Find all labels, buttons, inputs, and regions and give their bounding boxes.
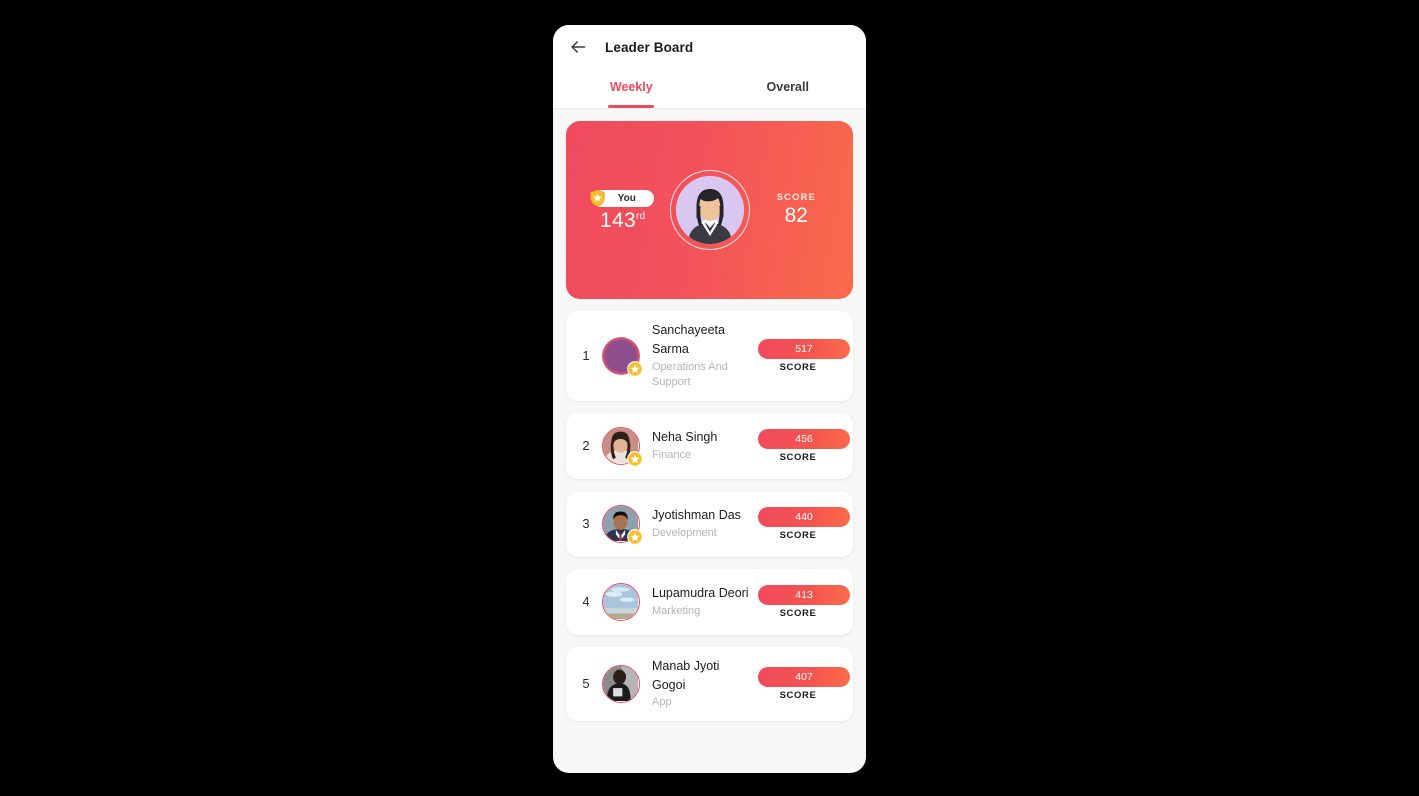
score-caption: SCORE bbox=[779, 607, 817, 619]
you-badge-label: You bbox=[617, 192, 636, 204]
table-row[interactable]: 4 Lupamudra Deori Marketing 413 SCORE bbox=[566, 568, 853, 635]
score-pill: 517 bbox=[758, 338, 850, 359]
tab-bar: Weekly Overall bbox=[553, 69, 866, 109]
row-score-block: 440 SCORE bbox=[758, 506, 850, 541]
row-name: Manab Jyoti Gogoi bbox=[652, 658, 720, 692]
avatar bbox=[675, 176, 744, 244]
row-avatar-wrap bbox=[602, 426, 643, 467]
avatar bbox=[602, 582, 640, 621]
row-rank: 5 bbox=[582, 676, 590, 692]
row-score-block: 407 SCORE bbox=[758, 666, 850, 701]
row-department: App bbox=[652, 696, 672, 709]
score-pill: 456 bbox=[758, 428, 850, 449]
page-title: Leader Board bbox=[605, 39, 694, 55]
back-button[interactable] bbox=[567, 36, 589, 58]
row-score-block: 413 SCORE bbox=[758, 584, 850, 619]
star-badge-icon bbox=[627, 528, 643, 545]
app-bar: Leader Board bbox=[553, 25, 866, 69]
hero-rank-suffix: rd bbox=[635, 210, 646, 222]
row-rank: 4 bbox=[582, 594, 590, 610]
arrow-left-icon bbox=[568, 37, 588, 57]
row-avatar-wrap bbox=[602, 504, 643, 545]
hero-rank: 143rd bbox=[600, 210, 645, 231]
score-pill: 413 bbox=[758, 584, 850, 605]
row-info: Jyotishman Das Development bbox=[652, 506, 760, 541]
hero-score-block: SCORE 82 bbox=[756, 192, 838, 227]
row-avatar-wrap bbox=[602, 336, 643, 377]
star-badge-icon bbox=[627, 450, 643, 467]
table-row[interactable]: 2 Neha Singh Finance 456 SCORE bbox=[566, 412, 853, 479]
score-pill: 407 bbox=[758, 666, 850, 687]
tab-active-indicator bbox=[608, 105, 655, 108]
star-badge-icon bbox=[627, 360, 643, 377]
tab-weekly[interactable]: Weekly bbox=[553, 69, 710, 108]
score-caption: SCORE bbox=[779, 529, 817, 541]
tab-overall-label: Overall bbox=[766, 79, 809, 94]
row-score-block: 517 SCORE bbox=[758, 338, 850, 373]
phone-frame: Leader Board Weekly Overall You 143rd SC… bbox=[553, 25, 866, 773]
row-info: Lupamudra Deori Marketing bbox=[652, 584, 760, 619]
row-department: Finance bbox=[652, 448, 692, 461]
hero-content: You 143rd SCORE 82 bbox=[566, 170, 853, 250]
avatar-photo-dark-icon bbox=[603, 665, 638, 701]
row-department: Development bbox=[652, 526, 717, 539]
current-user-hero-card[interactable]: You 143rd SCORE 82 bbox=[566, 121, 853, 299]
avatar-photo-sky-icon bbox=[603, 583, 638, 619]
star-shield-icon bbox=[588, 189, 607, 208]
screen-root: Leader Board Weekly Overall You 143rd SC… bbox=[0, 0, 1419, 796]
table-row[interactable]: 5 Manab Jyoti Gogoi App 407 SCORE bbox=[566, 646, 853, 721]
score-caption: SCORE bbox=[779, 689, 817, 701]
row-department: Operations And Support bbox=[652, 360, 728, 389]
leaderboard-scroll-area[interactable]: You 143rd SCORE 82 1 Sanchayeeta Sarma O… bbox=[553, 109, 866, 773]
row-department: Marketing bbox=[652, 604, 701, 617]
tab-overall[interactable]: Overall bbox=[710, 69, 867, 108]
hero-rank-number: 143 bbox=[600, 208, 636, 232]
user-avatar-female-icon bbox=[675, 176, 744, 244]
row-name: Lupamudra Deori bbox=[652, 586, 749, 601]
row-info: Sanchayeeta Sarma Operations And Support bbox=[652, 321, 760, 391]
row-avatar-wrap bbox=[602, 664, 640, 703]
row-rank: 2 bbox=[582, 438, 590, 454]
row-info: Neha Singh Finance bbox=[652, 428, 760, 463]
row-rank: 3 bbox=[582, 516, 590, 532]
you-badge: You bbox=[590, 189, 654, 207]
score-caption: SCORE bbox=[779, 361, 817, 373]
table-row[interactable]: 1 Sanchayeeta Sarma Operations And Suppo… bbox=[566, 311, 853, 401]
row-rank: 1 bbox=[582, 348, 590, 364]
score-caption: SCORE bbox=[779, 451, 817, 463]
hero-score-value: 82 bbox=[784, 204, 808, 228]
hero-score-label: SCORE bbox=[776, 192, 816, 204]
row-avatar-wrap bbox=[602, 582, 640, 621]
row-name: Neha Singh bbox=[652, 430, 718, 445]
tab-weekly-label: Weekly bbox=[609, 79, 653, 94]
hero-rank-block: You 143rd bbox=[582, 189, 664, 231]
avatar bbox=[602, 664, 640, 703]
hero-avatar-ring bbox=[669, 170, 750, 250]
row-info: Manab Jyoti Gogoi App bbox=[652, 657, 760, 711]
row-name: Jyotishman Das bbox=[652, 508, 741, 523]
row-score-block: 456 SCORE bbox=[758, 428, 850, 463]
row-name: Sanchayeeta Sarma bbox=[652, 323, 725, 357]
score-pill: 440 bbox=[758, 506, 850, 527]
table-row[interactable]: 3 Jyotishman Das Development 440 SCORE bbox=[566, 490, 853, 557]
